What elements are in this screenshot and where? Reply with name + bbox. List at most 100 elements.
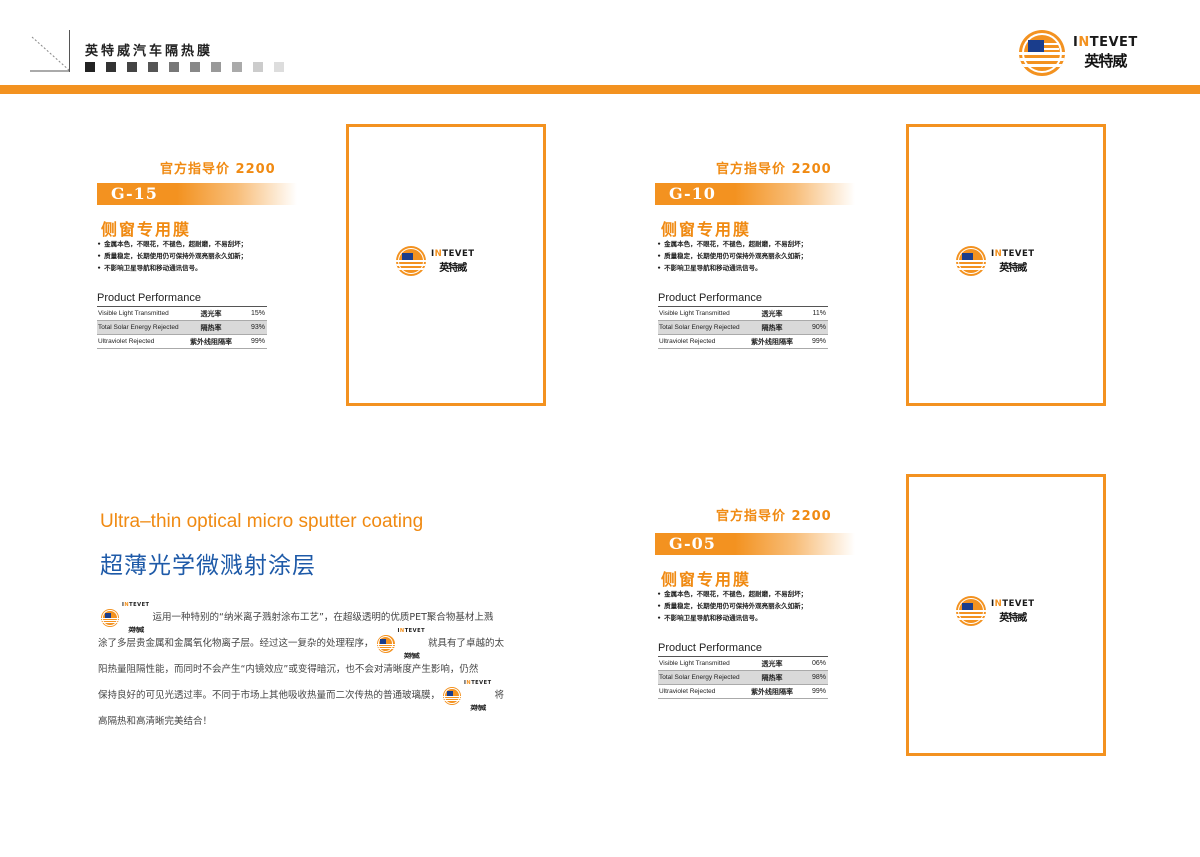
logo-wordmark: TEVET	[129, 602, 150, 608]
metric-cn: 隔热率	[761, 323, 783, 332]
logo-cn-name: 英特威	[999, 612, 1027, 624]
table-row: Total Solar Energy Rejected 隔热率 93%	[97, 321, 267, 335]
product-features: 金属本色，不眼花，不褪色，超耐磨，不易刮坏； 质量稳定，长期使用仍可保持外观亮丽…	[97, 238, 287, 274]
metric-cn: 隔热率	[200, 323, 222, 332]
logo-wordmark: TEVET	[1002, 248, 1035, 259]
brand-logo: INTEVET 英特威	[1019, 30, 1138, 76]
logo-cn-name: 英特威	[403, 653, 420, 660]
metric-cn: 紫外线阻隔率	[751, 337, 793, 346]
metric-en: Ultraviolet Rejected	[659, 688, 716, 695]
paragraph-text: 就具有了卓越的太	[428, 638, 505, 649]
brand-emblem-icon	[396, 246, 426, 276]
paragraph-text: 保持良好的可见光透过率。不同于市场上其他吸收热量而二次传热的普通玻璃膜，	[98, 690, 441, 701]
brand-logo: INTEVET 英特威	[396, 246, 475, 276]
logo-cn-name: 英特威	[1084, 52, 1127, 70]
table-row: Ultraviolet Rejected 紫外线阻隔率 99%	[658, 685, 828, 699]
performance-title: Product Performance	[658, 642, 828, 657]
metric-value: 99%	[250, 338, 265, 345]
metric-en: Total Solar Energy Rejected	[659, 324, 740, 331]
product-features: 金属本色，不眼花，不褪色，超耐磨，不易刮坏； 质量稳定，长期使用仍可保持外观亮丽…	[657, 238, 847, 274]
table-row: Visible Light Transmitted 透光率 15%	[97, 307, 267, 321]
header-square	[106, 62, 116, 72]
metric-en: Ultraviolet Rejected	[98, 338, 155, 345]
feature-item: 不影响卫星导航和移动通讯信号。	[657, 612, 847, 624]
feature-item: 质量稳定，长期使用仍可保持外观亮丽永久如新；	[657, 250, 847, 262]
metric-cn: 紫外线阻隔率	[751, 687, 793, 696]
brand-emblem-icon	[1019, 30, 1065, 76]
header-square	[190, 62, 200, 72]
table-row: Ultraviolet Rejected 紫外线阻隔率 99%	[658, 335, 828, 349]
paragraph-text: 将	[494, 690, 505, 701]
metric-en: Visible Light Transmitted	[659, 660, 730, 667]
header-gradient-squares	[85, 62, 284, 72]
paragraph-line: INTEVET 英特威 运用一种特别的“纳米离子溅射涂布工艺”，在超级透明的优质PE…	[98, 602, 538, 634]
header-square	[253, 62, 263, 72]
product-model-badge: G-15	[97, 183, 297, 205]
feature-item: 不影响卫星导航和移动通讯信号。	[657, 262, 847, 274]
metric-cn: 透光率	[761, 659, 783, 668]
product-type: 侧窗专用膜	[661, 220, 752, 239]
logo-cn-name: 英特威	[128, 627, 144, 634]
logo-cn-name: 英特威	[470, 705, 486, 712]
metric-en: Visible Light Transmitted	[98, 310, 169, 317]
feature-item: 金属本色，不眼花，不褪色，超耐磨，不易刮坏；	[657, 238, 847, 250]
metric-en: Total Solar Energy Rejected	[659, 674, 740, 681]
feature-paragraph: INTEVET 英特威 运用一种特别的“纳米离子溅射涂布工艺”，在超级透明的优质PE…	[98, 602, 538, 735]
header-divider	[69, 30, 70, 72]
paragraph-text: 运用一种特别的“纳米离子溅射涂布工艺”，在超级透明的优质PET聚合物基材上溅	[152, 612, 494, 623]
logo-cn-name: 英特威	[999, 262, 1027, 274]
feature-item: 质量稳定，长期使用仍可保持外观亮丽永久如新；	[657, 600, 847, 612]
paragraph-line: 保持良好的可见光透过率。不同于市场上其他吸收热量而二次传热的普通玻璃膜， INTE…	[98, 680, 538, 712]
product-price: 官方指导价 2200	[716, 162, 832, 177]
logo-wordmark: TEVET	[471, 680, 492, 686]
brand-emblem-icon	[376, 635, 395, 653]
logo-letter-accent: N	[1078, 35, 1090, 50]
logo-wordmark: TEVET	[404, 628, 426, 634]
brand-emblem-icon	[101, 609, 119, 627]
brand-logo: INTEVET 英特威	[956, 246, 1035, 276]
metric-value: 93%	[250, 324, 265, 331]
performance-table: Product Performance Visible Light Transm…	[97, 292, 267, 349]
metric-en: Total Solar Energy Rejected	[98, 324, 179, 331]
table-row: Visible Light Transmitted 透光率 11%	[658, 307, 828, 321]
brand-logo: INTEVET 英特威	[956, 596, 1035, 626]
metric-value: 11%	[812, 310, 827, 317]
performance-table: Product Performance Visible Light Transm…	[658, 642, 828, 699]
header-square	[232, 62, 242, 72]
header-square	[211, 62, 221, 72]
feature-item: 金属本色，不眼花，不褪色，超耐磨，不易刮坏；	[97, 238, 287, 250]
page-title: 英特威汽车隔热膜	[85, 44, 214, 59]
brand-logo: INTEVET 英特威	[376, 618, 426, 670]
metric-value: 90%	[811, 324, 826, 331]
product-model-badge: G-05	[655, 533, 855, 555]
logo-wordmark: TEVET	[1002, 598, 1035, 609]
paragraph-text: 高隔热和高清晰完美结合！	[98, 716, 213, 727]
header-orange-bar	[0, 85, 1200, 94]
logo-cn-name: 英特威	[439, 262, 467, 274]
header-square	[169, 62, 179, 72]
feature-heading-en: Ultra–thin optical micro sputter coating	[100, 511, 424, 532]
product-type: 侧窗专用膜	[661, 570, 752, 589]
header-square	[274, 62, 284, 72]
metric-cn: 紫外线阻隔率	[190, 337, 232, 346]
brand-emblem-icon	[956, 596, 986, 626]
feature-item: 质量稳定，长期使用仍可保持外观亮丽永久如新；	[97, 250, 287, 262]
logo-wordmark: TEVET	[442, 248, 475, 259]
header-square	[85, 62, 95, 72]
metric-cn: 透光率	[761, 309, 783, 318]
metric-value: 15%	[250, 310, 265, 317]
brand-logo: INTEVET 英特威	[101, 592, 150, 644]
product-type: 侧窗专用膜	[101, 220, 192, 239]
product-model-badge: G-10	[655, 183, 855, 205]
performance-title: Product Performance	[97, 292, 267, 307]
table-row: Visible Light Transmitted 透光率 06%	[658, 657, 828, 671]
performance-title: Product Performance	[658, 292, 828, 307]
table-row: Ultraviolet Rejected 紫外线阻隔率 99%	[97, 335, 267, 349]
header-square	[148, 62, 158, 72]
metric-value: 06%	[811, 660, 826, 667]
metric-en: Ultraviolet Rejected	[659, 338, 716, 345]
table-row: Total Solar Energy Rejected 隔热率 90%	[658, 321, 828, 335]
product-features: 金属本色，不眼花，不褪色，超耐磨，不易刮坏； 质量稳定，长期使用仍可保持外观亮丽…	[657, 588, 847, 624]
table-row: Total Solar Energy Rejected 隔热率 98%	[658, 671, 828, 685]
brand-emblem-icon	[443, 687, 462, 705]
